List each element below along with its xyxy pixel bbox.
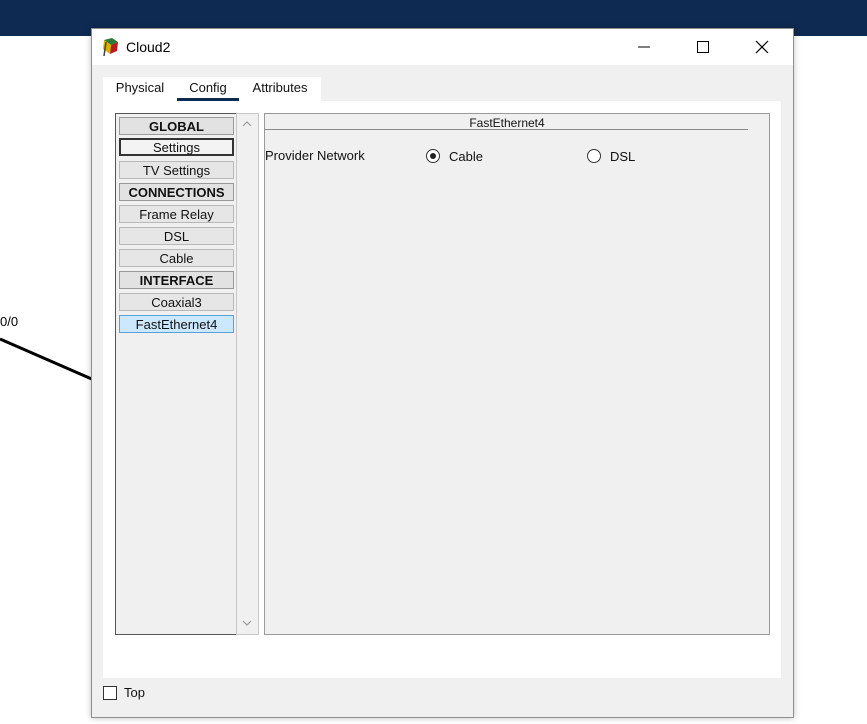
cloud-device-window: Cloud2 Physical Config Attributes GLOBAL… (91, 28, 794, 718)
sidebar-header-connections: CONNECTIONS (119, 183, 234, 201)
minimize-button[interactable] (621, 29, 667, 65)
cable-radio-label: Cable (449, 148, 483, 164)
sidebar-header-interface: INTERFACE (119, 271, 234, 289)
window-title: Cloud2 (126, 39, 171, 55)
scroll-up-icon[interactable] (242, 120, 252, 128)
tab-attributes-label: Attributes (252, 80, 308, 95)
config-sidebar-list: GLOBAL Settings TV Settings CONNECTIONS … (115, 113, 236, 635)
cloud-device-icon (103, 38, 118, 56)
sidebar-item-cable[interactable]: Cable (119, 249, 234, 267)
dsl-radio-button[interactable]: DSL (587, 147, 635, 165)
sidebar-item-settings[interactable]: Settings (119, 138, 234, 156)
title-divider (265, 129, 748, 130)
scroll-down-icon[interactable] (242, 619, 252, 627)
minimize-icon (638, 46, 650, 48)
maximize-button[interactable] (680, 29, 726, 65)
sidebar-item-frame-relay[interactable]: Frame Relay (119, 205, 234, 223)
config-panel: GLOBAL Settings TV Settings CONNECTIONS … (103, 101, 781, 678)
sidebar-header-global: GLOBAL (119, 117, 234, 135)
tab-physical-label: Physical (115, 80, 165, 95)
provider-network-label: Provider Network (265, 148, 365, 163)
sidebar-scrollbar[interactable] (236, 113, 259, 635)
sidebar-item-tv-settings[interactable]: TV Settings (119, 161, 234, 179)
tab-physical[interactable]: Physical (103, 77, 177, 101)
top-checkbox-label: Top (124, 685, 145, 700)
tab-config[interactable]: Config (177, 77, 239, 101)
tab-attributes[interactable]: Attributes (239, 77, 321, 101)
dsl-radio-label: DSL (610, 148, 636, 164)
top-checkbox[interactable] (103, 685, 117, 700)
sidebar-item-coaxial3[interactable]: Coaxial3 (119, 293, 234, 311)
cable-radio-circle[interactable] (426, 149, 440, 163)
sidebar-item-dsl[interactable]: DSL (119, 227, 234, 245)
tab-config-label: Config (189, 80, 227, 95)
close-button[interactable] (739, 29, 785, 65)
radio-selected-dot (430, 153, 436, 159)
cable-radio-button[interactable]: Cable (426, 147, 483, 165)
maximize-icon (697, 41, 709, 53)
title-bar[interactable]: Cloud2 (92, 29, 793, 65)
top-checkbox-control[interactable]: Top (103, 685, 145, 700)
interface-settings-box: FastEthernet4 Provider Network Cable DSL (264, 113, 770, 635)
link-port-label: 0/0 (0, 314, 19, 329)
interface-title: FastEthernet4 (469, 116, 545, 130)
close-icon (755, 40, 769, 54)
sidebar-item-fastethernet4[interactable]: FastEthernet4 (119, 315, 234, 333)
dsl-radio-circle[interactable] (587, 149, 601, 163)
